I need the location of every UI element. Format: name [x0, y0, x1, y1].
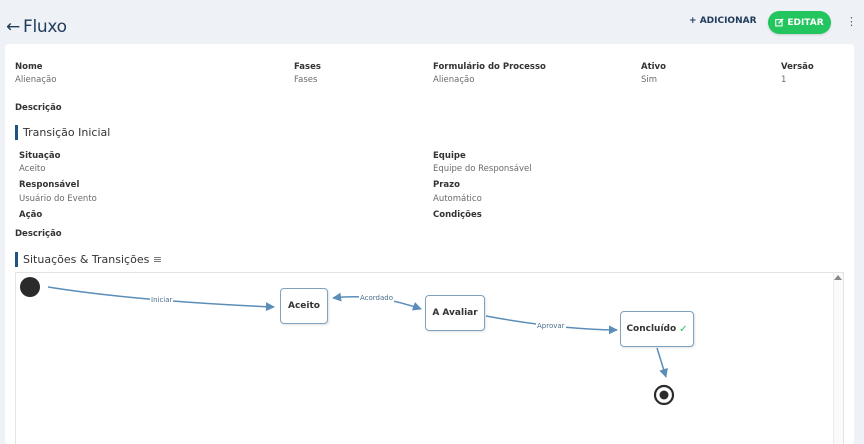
diagram-title-text: Situações & Transições [23, 253, 150, 266]
situacao-value: Aceito [19, 164, 46, 174]
more-options-icon[interactable]: ⋮ [846, 15, 857, 28]
transicao-descricao-label: Descrição [15, 229, 62, 239]
responsavel-label: Responsável [19, 180, 80, 190]
edit-button-label: EDITAR [787, 17, 824, 28]
end-node-inner [659, 390, 669, 400]
start-node[interactable] [20, 277, 40, 297]
ativo-label: Ativo [641, 62, 666, 72]
edge-label-acordado: Acordado [359, 294, 395, 302]
scroll-up-icon[interactable] [834, 275, 842, 280]
plus-icon: + [689, 16, 697, 26]
fases-value: Fases [294, 75, 318, 85]
diagram-title: Situações & Transições ≡ [15, 252, 162, 267]
add-button[interactable]: + ADICIONAR [689, 16, 757, 26]
equipe-label: Equipe [433, 151, 466, 161]
formulario-value: Alienação [433, 75, 475, 85]
add-button-label: ADICIONAR [699, 16, 757, 26]
node-a-avaliar[interactable]: A Avaliar [425, 295, 485, 331]
formulario-label: Formulário do Processo [433, 62, 546, 72]
node-concluido[interactable]: Concluído ✓ [620, 311, 694, 347]
fases-label: Fases [294, 62, 321, 72]
top-bar: ← Fluxo + ADICIONAR EDITAR ⋮ [0, 0, 864, 44]
edge-end[interactable] [656, 347, 668, 378]
transicao-inicial-title: Transição Inicial [15, 125, 110, 140]
node-a-avaliar-label: A Avaliar [432, 308, 478, 318]
back-arrow-icon[interactable]: ← [6, 17, 20, 37]
situacao-label: Situação [19, 151, 61, 161]
diagram-scrollbar[interactable] [833, 273, 843, 444]
versao-label: Versão [781, 62, 814, 72]
workflow-diagram[interactable]: Iniciar Acordado Aprovar Aceito A Avalia… [15, 272, 844, 444]
edit-button[interactable]: EDITAR [768, 11, 831, 34]
page-title: Fluxo [23, 17, 67, 37]
edge-label-aprovar: Aprovar [536, 322, 566, 330]
condicoes-label: Condições [433, 210, 482, 220]
nome-value: Alienação [15, 75, 57, 85]
flow-detail-card: Nome Alienação Fases Fases Formulário do… [5, 44, 854, 444]
versao-value: 1 [781, 75, 787, 85]
edit-icon [775, 18, 784, 27]
acao-label: Ação [19, 210, 43, 220]
node-aceito-label: Aceito [288, 301, 320, 311]
node-concluido-label: Concluído [626, 324, 677, 334]
descricao-label: Descrição [15, 103, 62, 113]
ativo-value: Sim [641, 75, 658, 85]
node-aceito[interactable]: Aceito [280, 288, 328, 324]
responsavel-value: Usuário do Evento [19, 194, 97, 204]
prazo-label: Prazo [433, 180, 460, 190]
edge-label-iniciar: Iniciar [150, 296, 174, 304]
nome-label: Nome [15, 62, 43, 72]
equipe-value: Equipe do Responsável [433, 164, 532, 174]
check-icon: ✓ [679, 323, 688, 335]
menu-icon[interactable]: ≡ [153, 253, 162, 266]
prazo-value: Automático [433, 194, 482, 204]
